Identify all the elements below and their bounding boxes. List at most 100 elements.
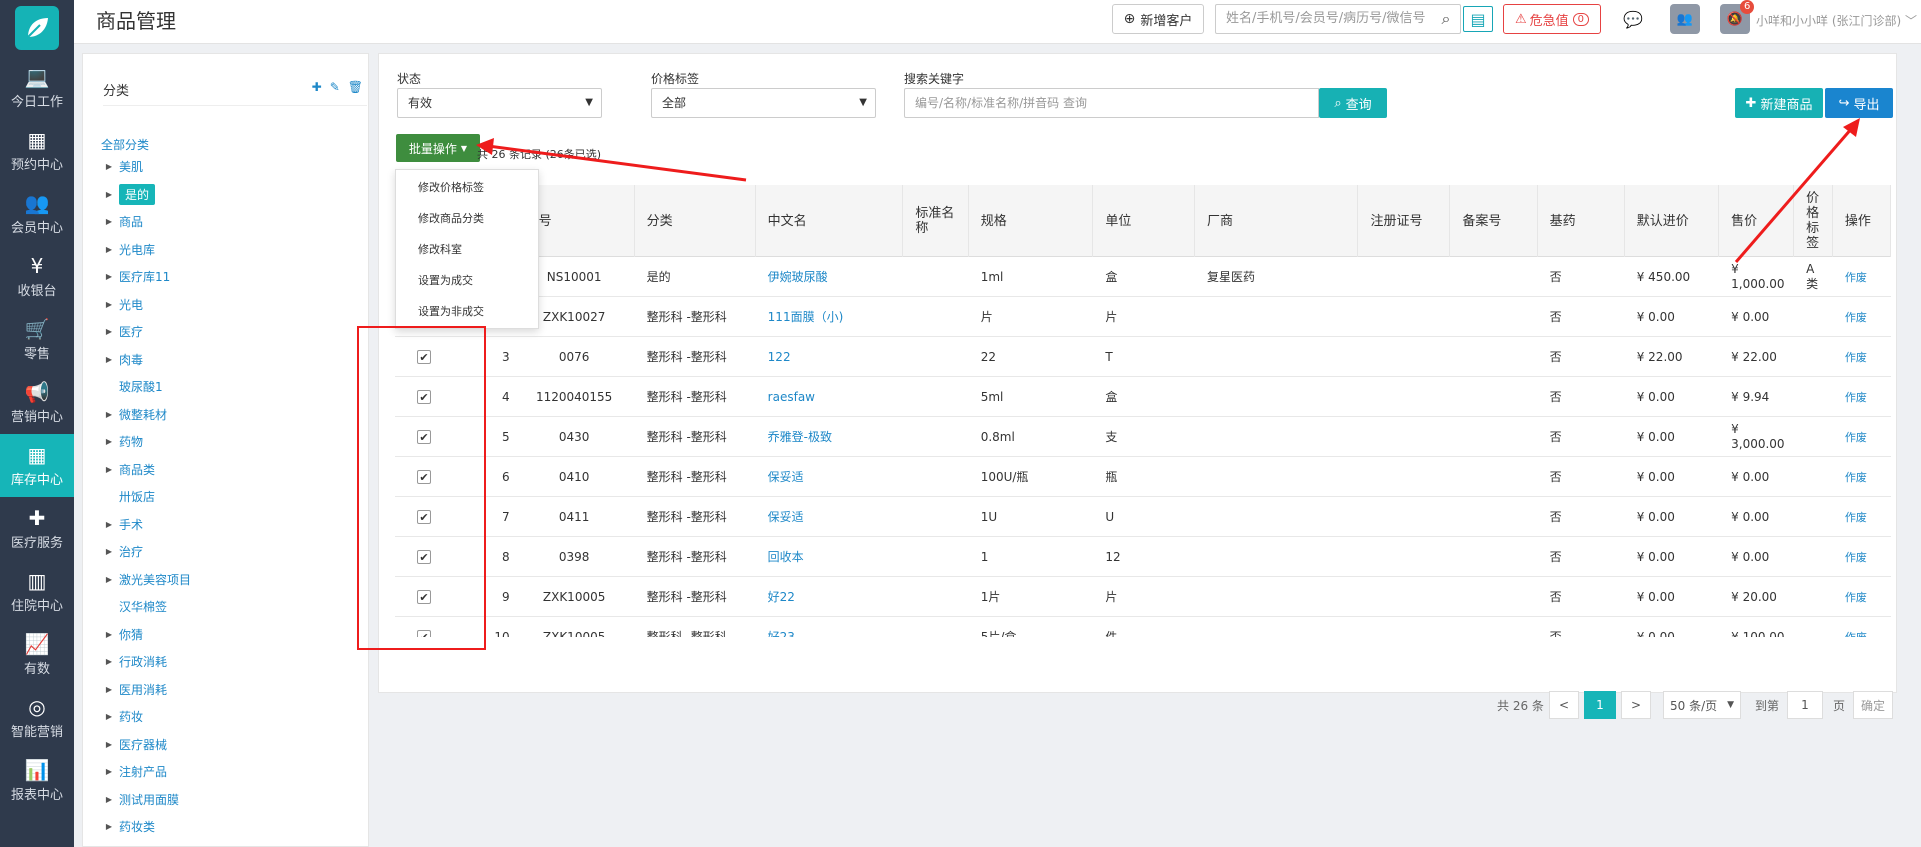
category-item[interactable]: ▶ 医疗 [99,318,359,346]
price-tag-select[interactable]: 全部 ▼ [651,88,876,118]
void-link[interactable]: 作废 [1833,297,1891,337]
share-icon: ↪ [1838,95,1850,111]
category-item[interactable]: ▶ 药妆类 [99,813,359,841]
void-link[interactable]: 作废 [1833,537,1891,577]
product-name-link[interactable]: 保妥适 [756,457,904,497]
page-1-button[interactable]: 1 [1584,691,1616,719]
product-name-link[interactable]: 好22 [756,577,904,617]
product-name-link[interactable]: 122 [756,337,904,377]
void-link[interactable]: 作废 [1833,377,1891,417]
edit-icon[interactable]: ✎ [330,80,340,94]
category-item[interactable]: 汉华棉签 [99,593,359,621]
category-item[interactable]: ▶ 注射产品 [99,758,359,786]
trash-icon[interactable]: 🗑 [348,80,363,94]
batch-menu-item[interactable]: 修改科室 [396,234,538,265]
category-item[interactable]: ▶ 肉毒 [99,346,359,374]
nav-item-1[interactable]: ▦ 预约中心 [0,119,74,182]
nav-item-2[interactable]: 👥 会员中心 [0,182,74,245]
app-logo[interactable] [0,0,74,56]
product-name-link[interactable]: 乔雅登-极致 [756,417,904,457]
void-link[interactable]: 作废 [1833,337,1891,377]
category-item[interactable]: ▶ 光电 [99,291,359,319]
category-item[interactable]: ▶ 药妆 [99,703,359,731]
keyword-input[interactable]: 编号/名称/标准名称/拼音码 查询 [904,88,1319,118]
batch-menu-item[interactable]: 设置为非成交 [396,296,538,327]
caret-right-icon: ▶ [105,354,113,364]
nav-item-6[interactable]: ▦ 库存中心 [0,434,74,497]
user-menu[interactable]: 小咩和小小咩 (张江门诊部) ﹀ [1756,12,1917,29]
caret-right-icon: ▶ [105,272,113,282]
page-size-select[interactable]: 50 条/页 ▼ [1663,691,1741,719]
category-item[interactable]: ▶ 激光美容项目 [99,566,359,594]
category-item[interactable]: ▶ 手术 [99,511,359,539]
category-item[interactable]: ▶ 微整耗材 [99,401,359,429]
void-link[interactable]: 作废 [1833,417,1891,457]
nav-item-0[interactable]: 💻 今日工作 [0,56,74,119]
nav-item-3[interactable]: ¥ 收银台 [0,245,74,308]
category-item[interactable]: ▶ 是的 [99,181,359,209]
category-all[interactable]: 全部分类 [101,136,149,153]
chevron-down-icon: ▼ [585,97,593,108]
category-item[interactable]: ▶ 医疗器械 [99,731,359,759]
goto-page-input[interactable]: 1 [1787,691,1823,719]
new-customer-button[interactable]: ⊕ 新增客户 [1112,4,1204,34]
product-name-link[interactable]: raesfaw [756,377,904,417]
nav-item-11[interactable]: 📊 报表中心 [0,749,74,812]
prev-page-button[interactable]: < [1549,691,1579,719]
category-item[interactable]: ▶ 光电库 [99,236,359,264]
cell-unit: 盒 [1105,389,1118,404]
batch-operation-button[interactable]: 批量操作 ▼ [396,134,480,162]
danger-value-button[interactable]: ⚠ 危急值 0 [1503,4,1601,34]
void-link[interactable]: 作废 [1833,617,1891,638]
category-item[interactable]: ▶ 治疗 [99,538,359,566]
category-item[interactable]: ▶ 医用消耗 [99,676,359,704]
batch-menu-item[interactable]: 修改价格标签 [396,172,538,203]
export-button[interactable]: ↪ 导出 [1825,88,1893,118]
nav-item-7[interactable]: ✚ 医疗服务 [0,497,74,560]
wechat-icon[interactable]: 💬 [1618,4,1648,34]
nav-item-10[interactable]: ◎ 智能营销 [0,686,74,749]
category-item[interactable]: ▶ 测试用面膜 [99,786,359,814]
nav-item-5[interactable]: 📢 营销中心 [0,371,74,434]
product-name-link[interactable]: 回收本 [756,537,904,577]
category-item[interactable]: ▶ 商品 [99,208,359,236]
global-search-input[interactable]: 姓名/手机号/会员号/病历号/微信号 [1215,4,1461,34]
category-item[interactable]: ▶ 美肌 [99,153,359,181]
category-item[interactable]: 卅饭店 [99,483,359,511]
goto-confirm-button[interactable]: 确定 [1853,691,1893,719]
category-item[interactable]: 玻尿酸1 [99,373,359,401]
user-group-icon[interactable]: 👥 [1670,4,1700,34]
product-name-link[interactable]: 111面膜（小) [756,297,904,337]
cell-cost: ¥ 450.00 [1636,269,1691,284]
query-button[interactable]: ⌕ 查询 [1319,88,1387,118]
cell-tag [1794,337,1833,377]
nav-item-4[interactable]: 🛒 零售 [0,308,74,371]
search-icon[interactable]: ⌕ [1431,4,1461,34]
product-name-link[interactable]: 保妥适 [756,497,904,537]
category-item[interactable]: ▶ 医疗库11 [99,263,359,291]
bar-chart-icon: 📊 [24,757,50,782]
next-page-button[interactable]: > [1621,691,1651,719]
category-item[interactable]: ▶ 你猜 [99,621,359,649]
category-item[interactable]: ▶ 商品类 [99,456,359,484]
header-maker: 厂商 [1195,185,1359,257]
batch-menu-item[interactable]: 设置为成交 [396,265,538,296]
product-name-link[interactable]: 伊婉玻尿酸 [756,257,904,297]
cell-reg [1358,457,1450,497]
header-unit: 单位 [1093,185,1196,257]
cell-tag [1794,577,1833,617]
void-link[interactable]: 作废 [1833,497,1891,537]
nav-item-9[interactable]: 📈 有数 [0,623,74,686]
void-link[interactable]: 作废 [1833,457,1891,497]
batch-menu-item[interactable]: 修改商品分类 [396,203,538,234]
add-icon[interactable]: ✚ [312,80,322,94]
status-select[interactable]: 有效 ▼ [397,88,602,118]
product-name-link[interactable]: 好23 [756,617,904,638]
id-card-icon[interactable]: ▤ [1463,6,1493,32]
void-link[interactable]: 作废 [1833,577,1891,617]
new-product-button[interactable]: ✚ 新建商品 [1735,88,1823,118]
nav-item-8[interactable]: ▥ 住院中心 [0,560,74,623]
void-link[interactable]: 作废 [1833,257,1891,297]
category-item[interactable]: ▶ 行政消耗 [99,648,359,676]
category-item[interactable]: ▶ 药物 [99,428,359,456]
